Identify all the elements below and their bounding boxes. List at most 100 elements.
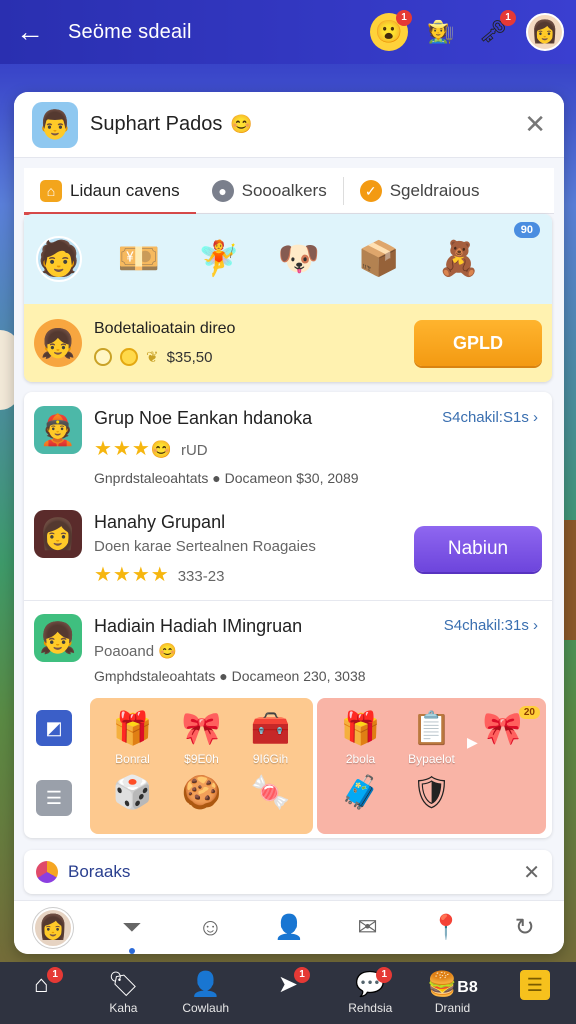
pin-icon[interactable]: 📍 [426,908,466,948]
app-title: Seöme sdeail [68,20,192,43]
star-rating: ★★★★ 333-23 [94,564,225,586]
side-icons: ◩ ☰ [36,710,72,850]
gold-box-icon[interactable]: 📦 [356,236,402,282]
reward-item[interactable]: 📋 Bypaelot [396,706,467,766]
row-link[interactable]: S4chakil:S1s › [442,409,538,426]
tab-sgeldraious[interactable]: ✓ Sgeldraious [344,168,496,214]
active-dot [128,947,135,954]
nav-send[interactable]: ➤ 1 [248,967,328,1015]
rating-extra: rUD [180,442,208,459]
pinwheel-icon [36,861,58,883]
top-icons: 😮 1 🧑‍🌾 🗝 1 👩 [370,10,564,51]
tab-soooalkers[interactable]: ● Soooalkers [196,168,343,214]
smiley-icon: 😊 [150,440,173,459]
gift-box-icon: 🎀 [181,710,222,746]
play-arrow-icon: ▶ [467,734,478,750]
reward-item[interactable]: 🛡 [396,770,467,814]
gold-button[interactable]: GPLD [414,320,542,366]
dice-icon: 🎲 [112,774,153,810]
reward-label: 2bola [345,752,376,766]
nav-extra-label: B8 [457,979,478,996]
reward-item[interactable]: 🍪 [167,770,236,814]
bear-character-icon[interactable]: 🧸 [436,236,482,282]
smile-icon[interactable]: ☺ [190,908,230,948]
emoji-face-icon[interactable]: 😮 1 [370,10,412,51]
rewards-panel-left: 🎁 Bonral 🎀 $9E0h 🧰 9I6Gih 🎲 🍪 🍬 [90,698,314,834]
reward-item[interactable]: 🍬 [236,770,305,814]
coin-icon [94,348,112,366]
list-item[interactable]: 👩 Hanahy Grupanl Doen karae Sertealnen R… [24,496,552,600]
nav-kaha[interactable]: 🏷 Kaha [83,971,163,1015]
bottom-nav: ⌂ 1 🏷 Kaha 👤 Cowlauh ➤ 1 💬 Rehdsia 1 🍔B8 Dranid… [0,962,576,1024]
profile-avatar[interactable]: 👩 [33,907,74,948]
sticker-icon[interactable]: ◩ [36,710,72,746]
filter-icon[interactable]: ⏷ [112,908,152,954]
reward-item[interactable]: 🎲 [98,770,167,814]
row-title: Hadiain Hadiah IMingruan [94,616,303,636]
chest-icon: 🧳 [340,774,381,810]
reward-badge: 20 [518,706,540,719]
reward-item[interactable]: 🧰 9I6Gih [236,706,305,766]
offer-value: $35,50 [166,348,213,366]
reward-item[interactable]: 🎁 Bonral [98,706,167,766]
mail-icon[interactable]: ✉ [348,908,388,948]
character-icon[interactable]: 🧑‍🌾 [422,13,460,51]
join-button[interactable]: Nabiun [414,526,542,572]
gift-box-icon: 🎁 [112,710,153,746]
notification-strip[interactable]: Boraaks ✕ [24,850,552,894]
row-link-label: S4chakil:31s [443,617,529,634]
reward-item[interactable]: 🎁 2bola [325,706,396,766]
row-link[interactable]: S4chakil:31s › [444,617,538,634]
notification-badge: 1 [293,967,310,983]
list-icon[interactable]: ☰ [36,780,72,816]
nav-home[interactable]: ⌂ 1 [1,967,81,1015]
row-subtitle-text: Poaoand [94,643,155,660]
card-header: 👨 Suphart Pados 😊 ✕ [14,92,564,158]
nav-label: Dranid [434,1001,471,1015]
row-link-label: S4chakil:S1s [442,409,529,426]
tab-label: Soooalkers [241,181,327,200]
tab-lidaun-cavens[interactable]: ⌂ Lidaun cavens [24,168,196,215]
notification-badge: 1 [376,967,393,983]
character-avatar[interactable]: 🧑 [36,236,82,282]
chevron-right-icon: › [533,409,538,426]
smiley-icon: 😊 [230,114,253,134]
person-icon[interactable]: 👤 [269,908,309,948]
profile-avatar[interactable]: 👩 [526,13,564,51]
offer-title: Bodetalioatain direo [94,320,236,337]
reward-item[interactable]: 🧳 [325,770,396,814]
nav-rehdsia[interactable]: 💬 Rehdsia 1 [330,967,410,1015]
refresh-icon[interactable]: ↻ [505,908,545,948]
strip-label: Boraaks [68,862,131,881]
close-icon[interactable]: ✕ [524,109,546,140]
count-badge: 90 [513,222,540,238]
shield-icon: 🛡 [411,774,452,810]
location-icon: ● [211,180,234,202]
nav-label: Cowlauh [182,1001,230,1015]
fairy-character-icon[interactable]: 🧚 [196,236,242,282]
tab-label: Lidaun cavens [70,181,180,200]
reward-item[interactable]: 🎀 $9E0h [167,706,236,766]
top-app-bar: ← Seöme sdeail 😮 1 🧑‍🌾 🗝 1 👩 [0,0,576,64]
nav-dranid[interactable]: 🍔B8 Dranid [413,971,493,1015]
arrow-left-icon[interactable]: ← [12,14,48,50]
key-icon[interactable]: 🗝 1 [474,10,516,51]
money-stack-icon[interactable]: 💴 [116,236,162,282]
list-item[interactable]: 👲 Grup Noe Eankan hdanoka S4chakil:S1s ›… [24,392,552,496]
food-icon: 🍔B8 [427,971,478,998]
row-subtitle: Doen karae Sertealnen Roagaies [94,538,316,555]
close-icon[interactable]: ✕ [523,860,540,885]
divider [24,600,552,601]
nav-cowlauh[interactable]: 👤 Cowlauh [166,971,246,1015]
list-item[interactable]: 👧 Hadiain Hadiah IMingruan S4chakil:31s … [24,602,552,702]
group-avatar: 👩 [34,510,82,558]
nav-menu[interactable]: ☰ [495,970,575,1016]
user-avatar[interactable]: 👨 [32,101,78,148]
star-rating: ★★★😊 rUD [94,438,208,460]
row-subtitle: Poaoand 😊 [94,642,177,660]
user-name: Suphart Pados [90,113,223,135]
dog-character-icon[interactable]: 🐶 [276,236,322,282]
reward-label: Bonral [115,752,150,766]
notification-badge: 1 [47,967,64,983]
smiley-icon: 😊 [158,643,177,660]
